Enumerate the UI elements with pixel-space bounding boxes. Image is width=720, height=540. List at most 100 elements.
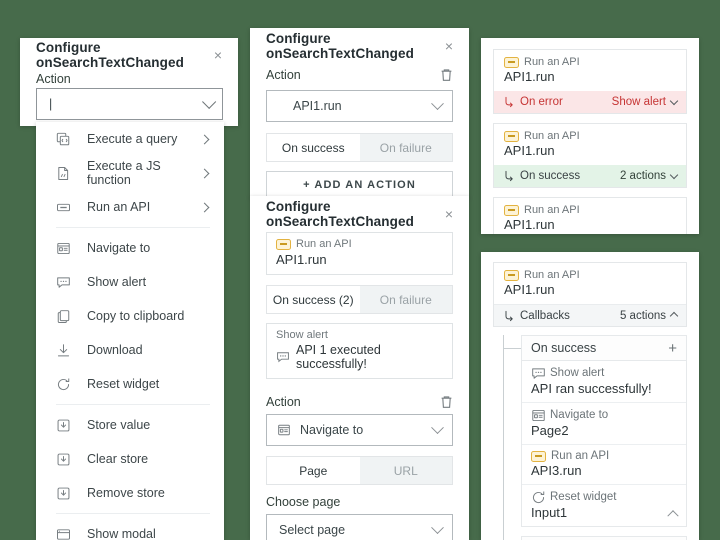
card-status-bar[interactable]: Callbacks 5 actions (494, 304, 686, 326)
callback-tree-root-card[interactable]: Run an API API1.run Callbacks 5 actions (493, 262, 687, 327)
menu-item-execute-a-js-function[interactable]: Execute a JS function (36, 156, 224, 190)
tree-item-value: Input1 (531, 505, 568, 520)
menu-item-execute-a-query[interactable]: Execute a query (36, 122, 224, 156)
menu-item-label: Copy to clipboard (87, 309, 185, 323)
menu-item-label: Show modal (87, 527, 156, 540)
chevron-down-icon[interactable] (202, 94, 217, 109)
close-icon[interactable]: × (445, 39, 453, 53)
menu-item-reset-widget[interactable]: Reset widget (36, 367, 224, 401)
panel-callback-tree: Run an API API1.run Callbacks 5 actions … (481, 252, 699, 540)
tab-on-success[interactable]: On success (2) (267, 286, 360, 313)
tab-on-failure[interactable]: On failure (359, 134, 452, 161)
tree-item[interactable]: Reset widget Input1 (522, 484, 686, 526)
tree-group-header[interactable]: On failure + (521, 536, 687, 540)
menu-item-navigate-to[interactable]: Navigate to (36, 231, 224, 265)
chevron-down-icon[interactable] (431, 520, 444, 534)
chevron-up-icon (669, 311, 679, 321)
card-type-row: Run an API (494, 263, 686, 281)
tab-url[interactable]: URL (359, 457, 452, 484)
chevron-down-icon[interactable] (431, 96, 444, 110)
card-status-bar[interactable]: On success 2 actions (494, 165, 686, 187)
menu-item-label: Execute a JS function (87, 159, 161, 187)
choose-page-select[interactable]: Select page (266, 514, 453, 540)
menu-item-remove-store[interactable]: Remove store (36, 476, 224, 510)
action-label: Action (266, 395, 301, 409)
menu-item-label: Show alert (87, 275, 147, 289)
tree-item-value: API3.run (531, 463, 582, 478)
api-icon (504, 269, 519, 281)
nested-action-value-row: Navigate to (277, 423, 363, 438)
action-type-menu[interactable]: Execute a query Execute a JS function Run … (36, 122, 224, 540)
tab-page[interactable]: Page (267, 457, 360, 484)
parent-action-type-row: Run an API (276, 238, 443, 250)
action-input-caret: | (49, 97, 53, 111)
parent-action-card[interactable]: Run an API API1.run (266, 232, 453, 275)
success-action-value: API 1 executed successfully! (296, 343, 381, 371)
menu-item-download[interactable]: Download (36, 333, 224, 367)
trash-icon[interactable] (440, 395, 453, 409)
tree-item[interactable]: Show alert API ran successfully! (522, 361, 686, 402)
action-type-menu-list: Execute a query Execute a JS function Run … (36, 122, 224, 540)
action-input-wrap: | (36, 88, 223, 120)
tree-branch-rail: On success + Show alert API ran successf… (503, 335, 687, 540)
tree-item-type-row: Navigate to (531, 408, 677, 422)
close-icon[interactable]: × (445, 207, 453, 221)
tab-on-failure[interactable]: On failure (359, 286, 452, 313)
tree-item-value: API ran successfully! (531, 381, 652, 396)
menu-item-run-an-api[interactable]: Run an API (36, 190, 224, 224)
alert-icon (56, 275, 71, 290)
card-type-row: Run an API (494, 124, 686, 142)
card-status-detail[interactable]: 2 actions (620, 170, 679, 182)
callback-state-card[interactable]: Run an API API1.run Callbacks 10 actions (493, 197, 687, 234)
callback-state-card[interactable]: Run an API API1.run On success 2 actions (493, 123, 687, 188)
alert-icon (531, 366, 545, 380)
choose-page-wrap: Select page (250, 509, 469, 540)
panel2-action-row: Action (250, 64, 469, 86)
menu-item-show-alert[interactable]: Show alert (36, 265, 224, 299)
chevron-right-icon (199, 134, 210, 144)
card-status-detail[interactable]: Show alert (612, 96, 679, 108)
nested-action-select[interactable]: Navigate to (266, 414, 453, 446)
success-action-type: Show alert (276, 329, 328, 341)
callback-state-list: Run an API API1.run On error Show alert … (481, 38, 699, 234)
tree-item-type: Reset widget (550, 491, 617, 503)
tree-item-type-row: Show alert (531, 366, 677, 380)
chevron-up-icon[interactable] (667, 509, 679, 521)
card-type: Run an API (524, 130, 580, 142)
menu-item-label: Run an API (87, 200, 151, 214)
tab-on-success[interactable]: On success (267, 134, 360, 161)
parent-action-value: API1.run (276, 252, 327, 267)
menu-item-show-modal[interactable]: Show modal (36, 517, 224, 540)
trash-icon[interactable] (440, 68, 453, 82)
menu-item-store-value[interactable]: Store value (36, 408, 224, 442)
selected-action-select[interactable]: API1.run (266, 90, 453, 122)
tree-item[interactable]: Navigate to Page2 (522, 402, 686, 444)
success-action-card[interactable]: Show alert API 1 executed successfully! (266, 323, 453, 379)
card-status-bar[interactable]: On error Show alert (494, 91, 686, 113)
reset-icon (531, 490, 545, 504)
card-value: API1.run (504, 143, 555, 158)
panel2-select-wrap: API1.run (250, 86, 469, 122)
tree-item-value-row: API3.run (531, 463, 677, 478)
menu-item-copy-to-clipboard[interactable]: Copy to clipboard (36, 299, 224, 333)
chevron-down-icon[interactable] (431, 420, 444, 434)
card-value: API1.run (504, 217, 555, 232)
card-status-detail[interactable]: 5 actions (620, 310, 679, 322)
action-search-input[interactable]: | (36, 88, 223, 120)
callback-state-card[interactable]: Run an API API1.run On error Show alert (493, 49, 687, 114)
tree-item-value-row: API ran successfully! (531, 381, 677, 396)
menu-item-clear-store[interactable]: Clear store (36, 442, 224, 476)
callback-tabs: On success (2) On failure (266, 285, 453, 314)
page-title: Configure onSearchTextChanged (266, 31, 414, 61)
panel-nested-config: Configure onSearchTextChanged × Run an A… (250, 196, 469, 540)
tree-item[interactable]: Run an API API3.run (522, 444, 686, 484)
api-icon (504, 56, 519, 68)
menu-separator (56, 227, 210, 228)
panel3-tabs-wrap: On success (2) On failure (250, 275, 469, 314)
close-icon[interactable]: × (214, 48, 222, 62)
add-an-action-button[interactable]: + ADD AN ACTION (266, 171, 453, 198)
tree-group-header[interactable]: On success + (521, 335, 687, 361)
add-action-icon[interactable]: + (668, 341, 677, 356)
menu-separator (56, 513, 210, 514)
selected-action-value: API1.run (293, 99, 342, 113)
